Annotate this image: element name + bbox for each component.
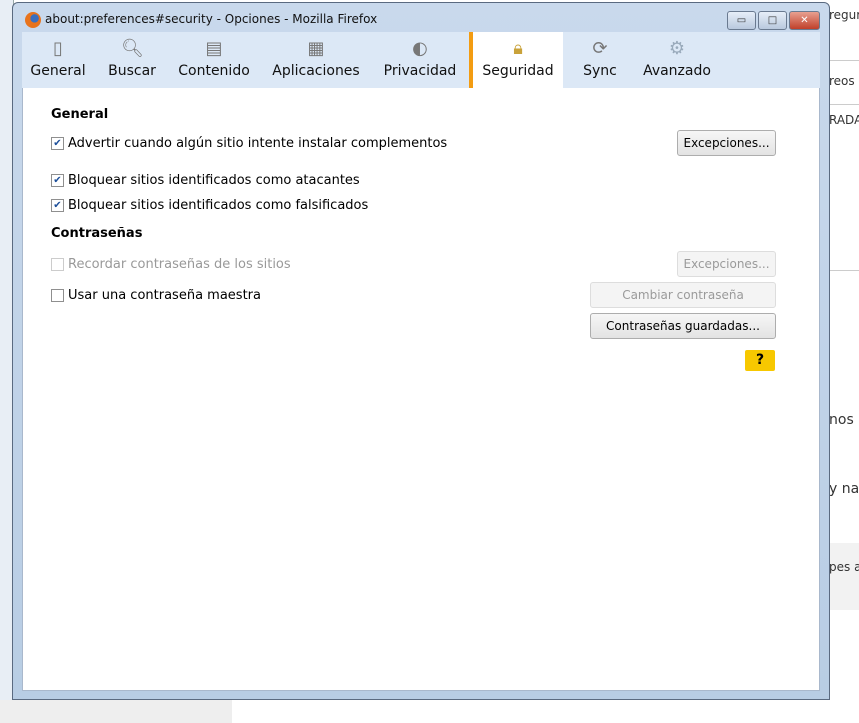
content-icon: ▤ <box>205 38 223 59</box>
checkbox-label: Bloquear sitios identificados como ataca… <box>68 173 360 188</box>
block-attack-checkbox[interactable]: ✔ Bloquear sitios identificados como atac… <box>51 173 360 188</box>
background-text: RADA <box>829 113 859 127</box>
background-text: y nav <box>829 481 859 497</box>
tab-sync[interactable]: ⟳ Sync <box>572 32 628 88</box>
tab-contenido[interactable]: ▤ Contenido <box>172 32 256 88</box>
magnifier-icon: 🔍︎ <box>121 38 144 59</box>
background-bottom <box>0 700 232 723</box>
tab-label: Buscar <box>108 63 156 79</box>
addon-exceptions-button[interactable]: Excepciones... <box>677 130 776 156</box>
tab-label: Contenido <box>178 63 250 79</box>
security-pane: General ✔ Advertir cuando algún sitio int… <box>22 88 820 691</box>
switch-icon: ▯ <box>53 38 63 59</box>
background-text: reos <box>829 74 855 88</box>
tab-general[interactable]: ▯ General <box>26 32 90 88</box>
remember-passwords-checkbox[interactable]: Recordar contraseñas de los sitios <box>51 257 291 272</box>
tab-buscar[interactable]: 🔍︎ Buscar <box>100 32 164 88</box>
background-text: pes al <box>829 560 859 574</box>
master-password-checkbox[interactable]: Usar una contraseña maestra <box>51 288 261 303</box>
checkbox-unchecked[interactable] <box>51 289 64 302</box>
close-button[interactable]: ✕ <box>789 11 820 30</box>
background-text: regur <box>829 8 859 22</box>
divider <box>826 270 859 271</box>
block-forgery-checkbox[interactable]: ✔ Bloquear sitios identificados como fals… <box>51 198 368 213</box>
help-button[interactable]: ? <box>745 350 775 371</box>
padlock-icon: 🔒︎ <box>513 38 523 59</box>
firefox-icon <box>25 12 41 28</box>
checkbox-label: Recordar contraseñas de los sitios <box>68 257 291 272</box>
tab-label: General <box>30 63 86 79</box>
warn-addons-checkbox[interactable]: ✔ Advertir cuando algún sitio intente ins… <box>51 136 447 151</box>
checkbox-label: Bloquear sitios identificados como falsi… <box>68 198 369 213</box>
tab-aplicaciones[interactable]: ▦ Aplicaciones <box>266 32 366 88</box>
options-window: about:preferences#security - Opciones - … <box>12 2 830 700</box>
checkbox-checked[interactable]: ✔ <box>51 137 64 150</box>
minimize-button[interactable]: ▭ <box>727 11 756 30</box>
background-gray-box <box>826 543 859 610</box>
gear-icon: ⚙ <box>668 38 686 59</box>
category-tabs: ▯ General 🔍︎ Buscar ▤ Contenido ▦ Aplicacion… <box>22 32 820 88</box>
section-heading-passwords: Contraseñas <box>51 226 143 241</box>
window-title: about:preferences#security - Opciones - … <box>45 12 378 26</box>
tab-label: Privacidad <box>383 63 457 79</box>
divider <box>826 60 859 61</box>
maximize-button[interactable]: □ <box>758 11 787 30</box>
mask-icon: ◐ <box>412 38 428 59</box>
change-master-password-button[interactable]: Cambiar contraseña maestra... <box>590 282 776 326</box>
tab-label: Avanzado <box>643 63 711 79</box>
checkbox-checked[interactable]: ✔ <box>51 174 64 187</box>
password-exceptions-button[interactable]: Excepciones... <box>677 251 776 277</box>
section-heading-general: General <box>51 107 109 122</box>
background-text: nos a <box>829 412 859 428</box>
applications-icon: ▦ <box>307 38 325 59</box>
tab-avanzado[interactable]: ⚙ Avanzado <box>636 32 718 88</box>
background-page <box>826 0 859 723</box>
checkbox-checked[interactable]: ✔ <box>51 199 64 212</box>
tab-seguridad[interactable]: 🔒︎ Seguridad <box>469 32 563 88</box>
tab-privacidad[interactable]: ◐ Privacidad <box>378 32 462 88</box>
checkbox-label: Advertir cuando algún sitio intente inst… <box>68 136 448 151</box>
checkbox-label: Usar una contraseña maestra <box>68 288 261 303</box>
checkbox-unchecked[interactable] <box>51 258 64 271</box>
sync-icon: ⟳ <box>592 38 608 59</box>
tab-label: Seguridad <box>482 63 554 79</box>
saved-passwords-button[interactable]: Contraseñas guardadas... <box>590 313 776 339</box>
tab-label: Sync <box>583 63 617 79</box>
divider <box>826 104 859 105</box>
tab-label: Aplicaciones <box>272 63 360 79</box>
